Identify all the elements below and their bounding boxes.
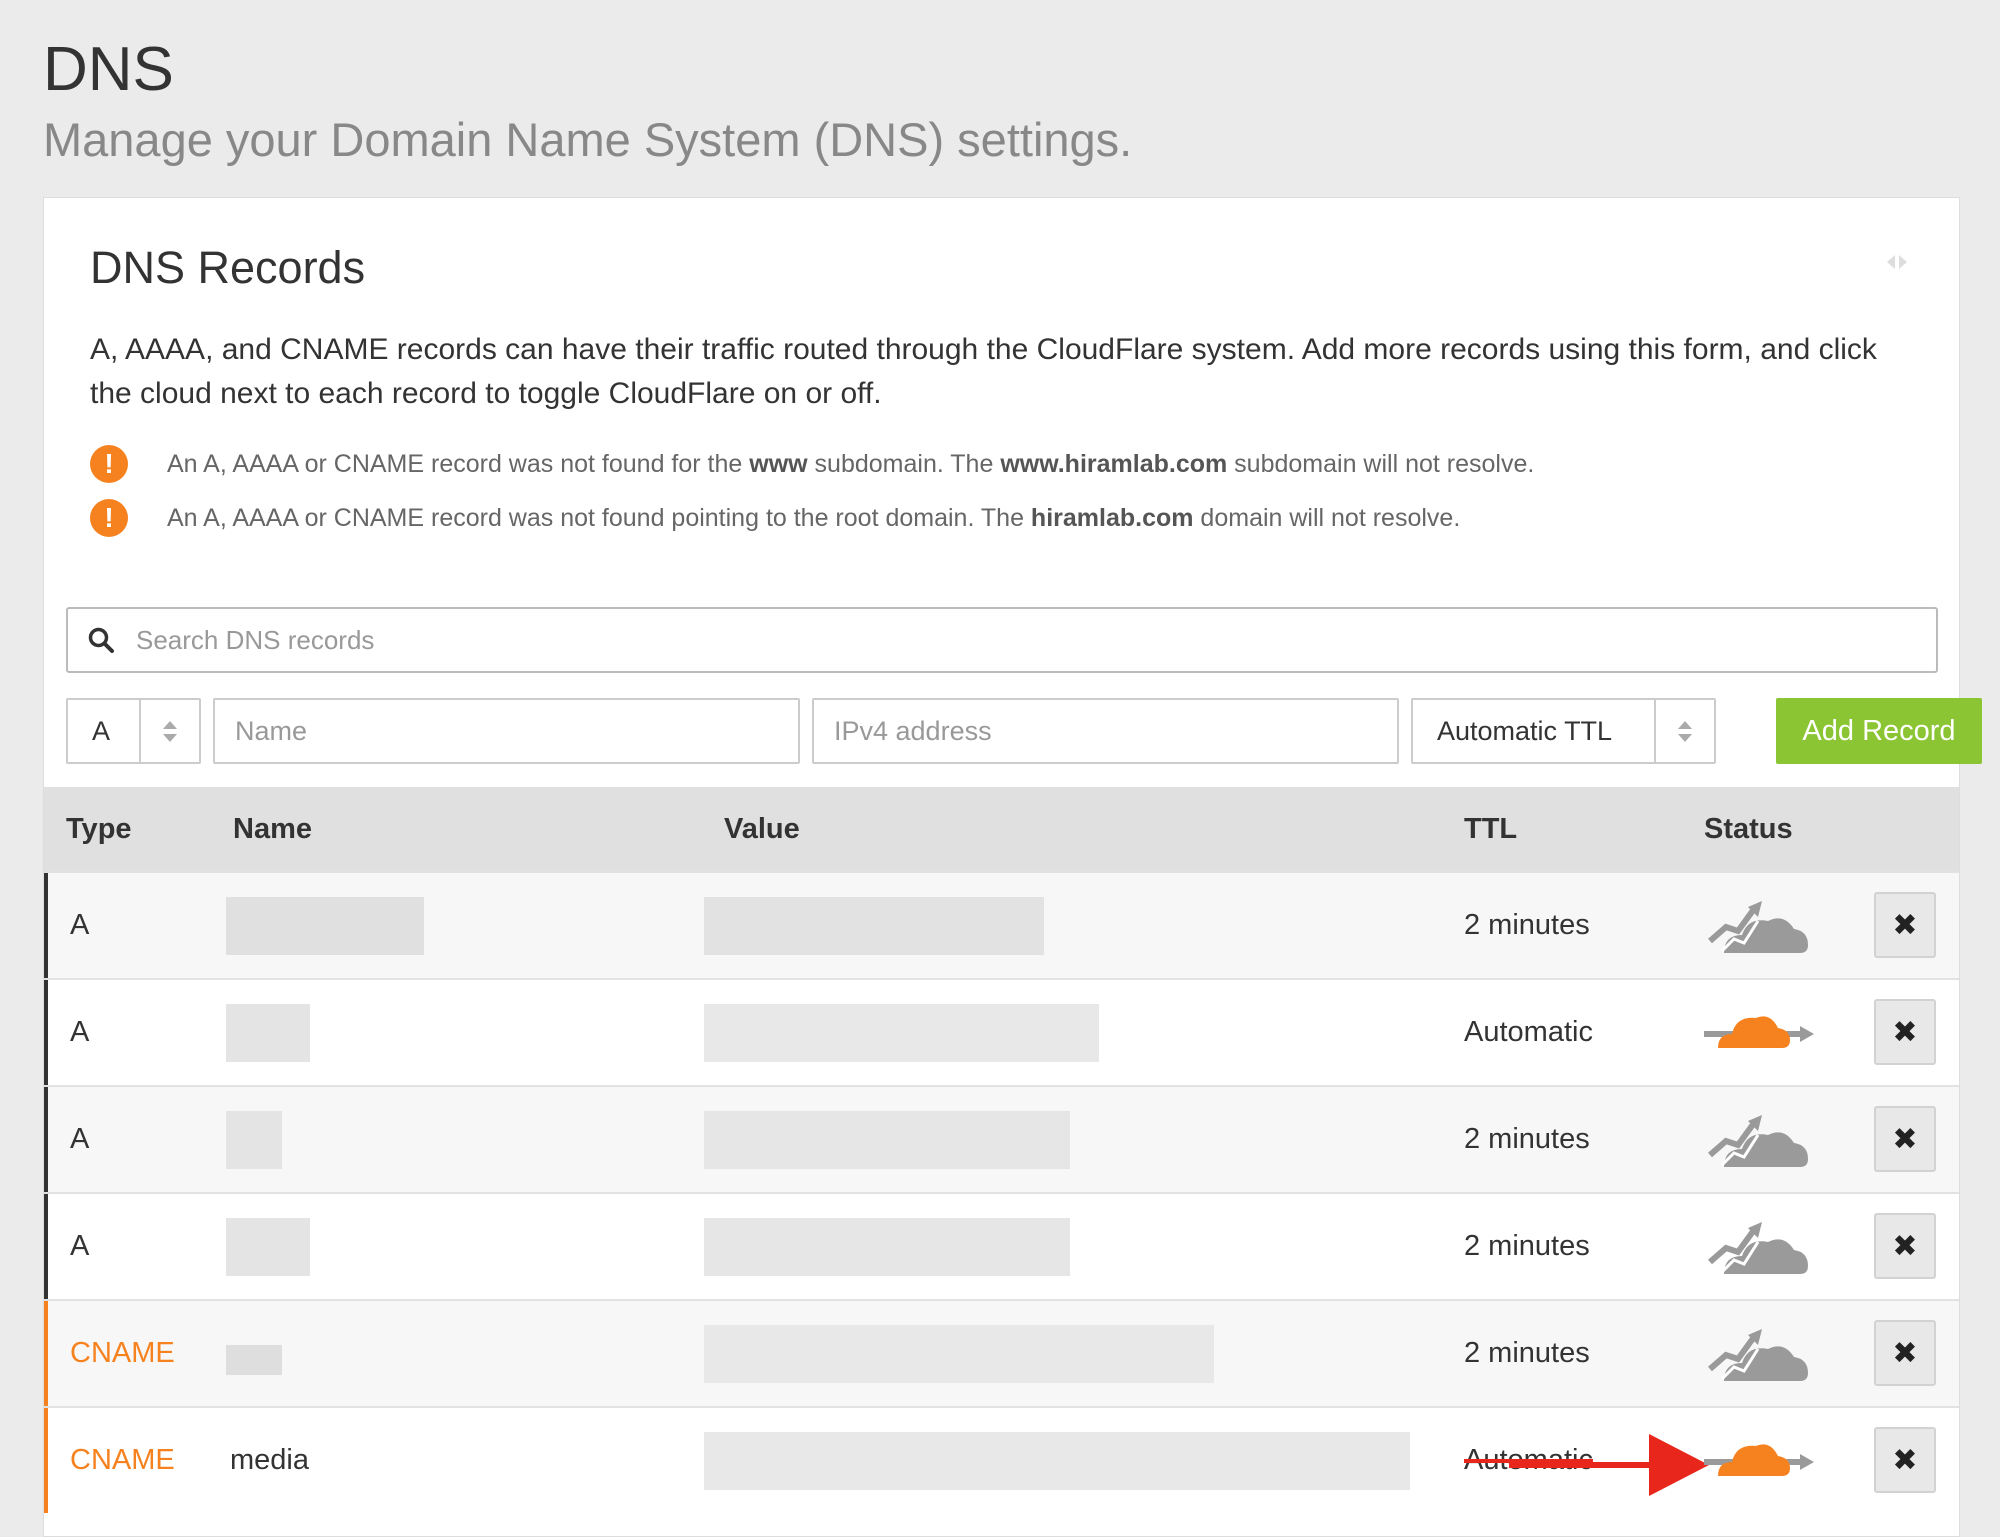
table-row: A 2 minutes ✖ [44, 871, 1959, 978]
type-select-value: A [92, 715, 111, 746]
expand-icon[interactable] [1885, 253, 1909, 271]
record-type[interactable]: A [70, 1194, 89, 1299]
delete-button[interactable]: ✖ [1874, 1106, 1936, 1172]
type-stepper-icon[interactable] [139, 700, 199, 762]
page-title: DNS [43, 35, 174, 104]
annotation-arrow-icon [1509, 1434, 1709, 1496]
redacted-value [704, 1004, 1104, 1062]
redacted-name [226, 1325, 346, 1383]
redacted-name [226, 1218, 346, 1276]
warning-text: An A, AAAA or CNAME record was not found… [167, 503, 1461, 532]
close-icon: ✖ [1892, 1122, 1918, 1156]
table-row: A 2 minutes ✖ [44, 1192, 1959, 1299]
page-subtitle: Manage your Domain Name System (DNS) set… [43, 113, 1133, 166]
add-record-form: A Automatic TTL Add Record [66, 698, 1982, 764]
close-icon: ✖ [1892, 1015, 1918, 1049]
value-input[interactable] [812, 698, 1399, 764]
record-ttl[interactable]: 2 minutes [1464, 873, 1590, 978]
record-ttl[interactable]: 2 minutes [1464, 1087, 1590, 1192]
redacted-value [704, 1218, 1104, 1276]
exclamation-icon: ! [90, 499, 128, 537]
dns-only-cloud-icon[interactable] [1704, 1327, 1814, 1383]
page-header: DNS Manage your Domain Name System (DNS)… [43, 30, 1132, 170]
dns-only-cloud-icon[interactable] [1704, 899, 1814, 955]
record-type[interactable]: A [70, 1087, 89, 1192]
delete-button[interactable]: ✖ [1874, 892, 1936, 958]
record-ttl[interactable]: 2 minutes [1464, 1301, 1590, 1406]
record-type[interactable]: A [70, 873, 89, 978]
warning-text: An A, AAAA or CNAME record was not found… [167, 449, 1535, 478]
record-ttl[interactable]: 2 minutes [1464, 1194, 1590, 1299]
delete-button[interactable]: ✖ [1874, 1213, 1936, 1279]
dns-only-cloud-icon[interactable] [1704, 1113, 1814, 1169]
warning-www: ! An A, AAAA or CNAME record was not fou… [90, 444, 1534, 484]
delete-button[interactable]: ✖ [1874, 999, 1936, 1065]
redacted-name [226, 897, 466, 955]
header-status[interactable]: Status [1704, 787, 1793, 871]
search-icon [88, 627, 114, 653]
proxied-cloud-icon[interactable] [1704, 1434, 1814, 1490]
redacted-value [704, 897, 1104, 955]
ttl-stepper-icon[interactable] [1654, 700, 1714, 762]
delete-button[interactable]: ✖ [1874, 1320, 1936, 1386]
ttl-select-value: Automatic TTL [1437, 715, 1613, 746]
card-description: A, AAAA, and CNAME records can have thei… [90, 333, 1877, 410]
header-type[interactable]: Type [66, 787, 132, 871]
redacted-value [704, 1432, 1464, 1490]
close-icon: ✖ [1892, 1229, 1918, 1263]
record-ttl[interactable]: Automatic [1464, 980, 1593, 1085]
record-name[interactable]: media [230, 1408, 309, 1513]
ttl-select[interactable]: Automatic TTL [1411, 698, 1716, 764]
close-icon: ✖ [1892, 1443, 1918, 1477]
table-row: CNAME media Automatic ✖ [44, 1406, 1959, 1513]
redacted-name [226, 1111, 346, 1169]
search-input[interactable] [134, 623, 1936, 657]
search-box [66, 607, 1938, 673]
card-title: DNS Records [90, 242, 366, 293]
close-icon: ✖ [1892, 1336, 1918, 1370]
type-select[interactable]: A [66, 698, 201, 764]
exclamation-icon: ! [90, 445, 128, 483]
delete-button[interactable]: ✖ [1874, 1427, 1936, 1493]
redacted-value [704, 1325, 1244, 1383]
warning-root: ! An A, AAAA or CNAME record was not fou… [90, 498, 1460, 538]
redacted-value [704, 1111, 1104, 1169]
dns-only-cloud-icon[interactable] [1704, 1220, 1814, 1276]
header-name[interactable]: Name [233, 787, 312, 871]
table-row: A Automatic ✖ [44, 978, 1959, 1085]
proxied-cloud-icon[interactable] [1704, 1006, 1814, 1062]
header-ttl[interactable]: TTL [1464, 787, 1517, 871]
dns-records-card: DNS Records A, AAAA, and CNAME records c… [43, 197, 1982, 1537]
add-record-button[interactable]: Add Record [1776, 698, 1982, 764]
close-icon: ✖ [1892, 908, 1918, 942]
record-type[interactable]: CNAME [70, 1408, 175, 1513]
redacted-name [226, 1004, 346, 1062]
table-row: CNAME 2 minutes ✖ [44, 1299, 1959, 1406]
record-type[interactable]: A [70, 980, 89, 1085]
header-value[interactable]: Value [724, 787, 800, 871]
record-type[interactable]: CNAME [70, 1301, 175, 1406]
table-row: A 2 minutes ✖ [44, 1085, 1959, 1192]
table-header: Type Name Value TTL Status [44, 787, 1959, 871]
name-input[interactable] [213, 698, 800, 764]
dns-records-table: Type Name Value TTL Status A 2 minutes ✖… [44, 787, 1959, 1513]
